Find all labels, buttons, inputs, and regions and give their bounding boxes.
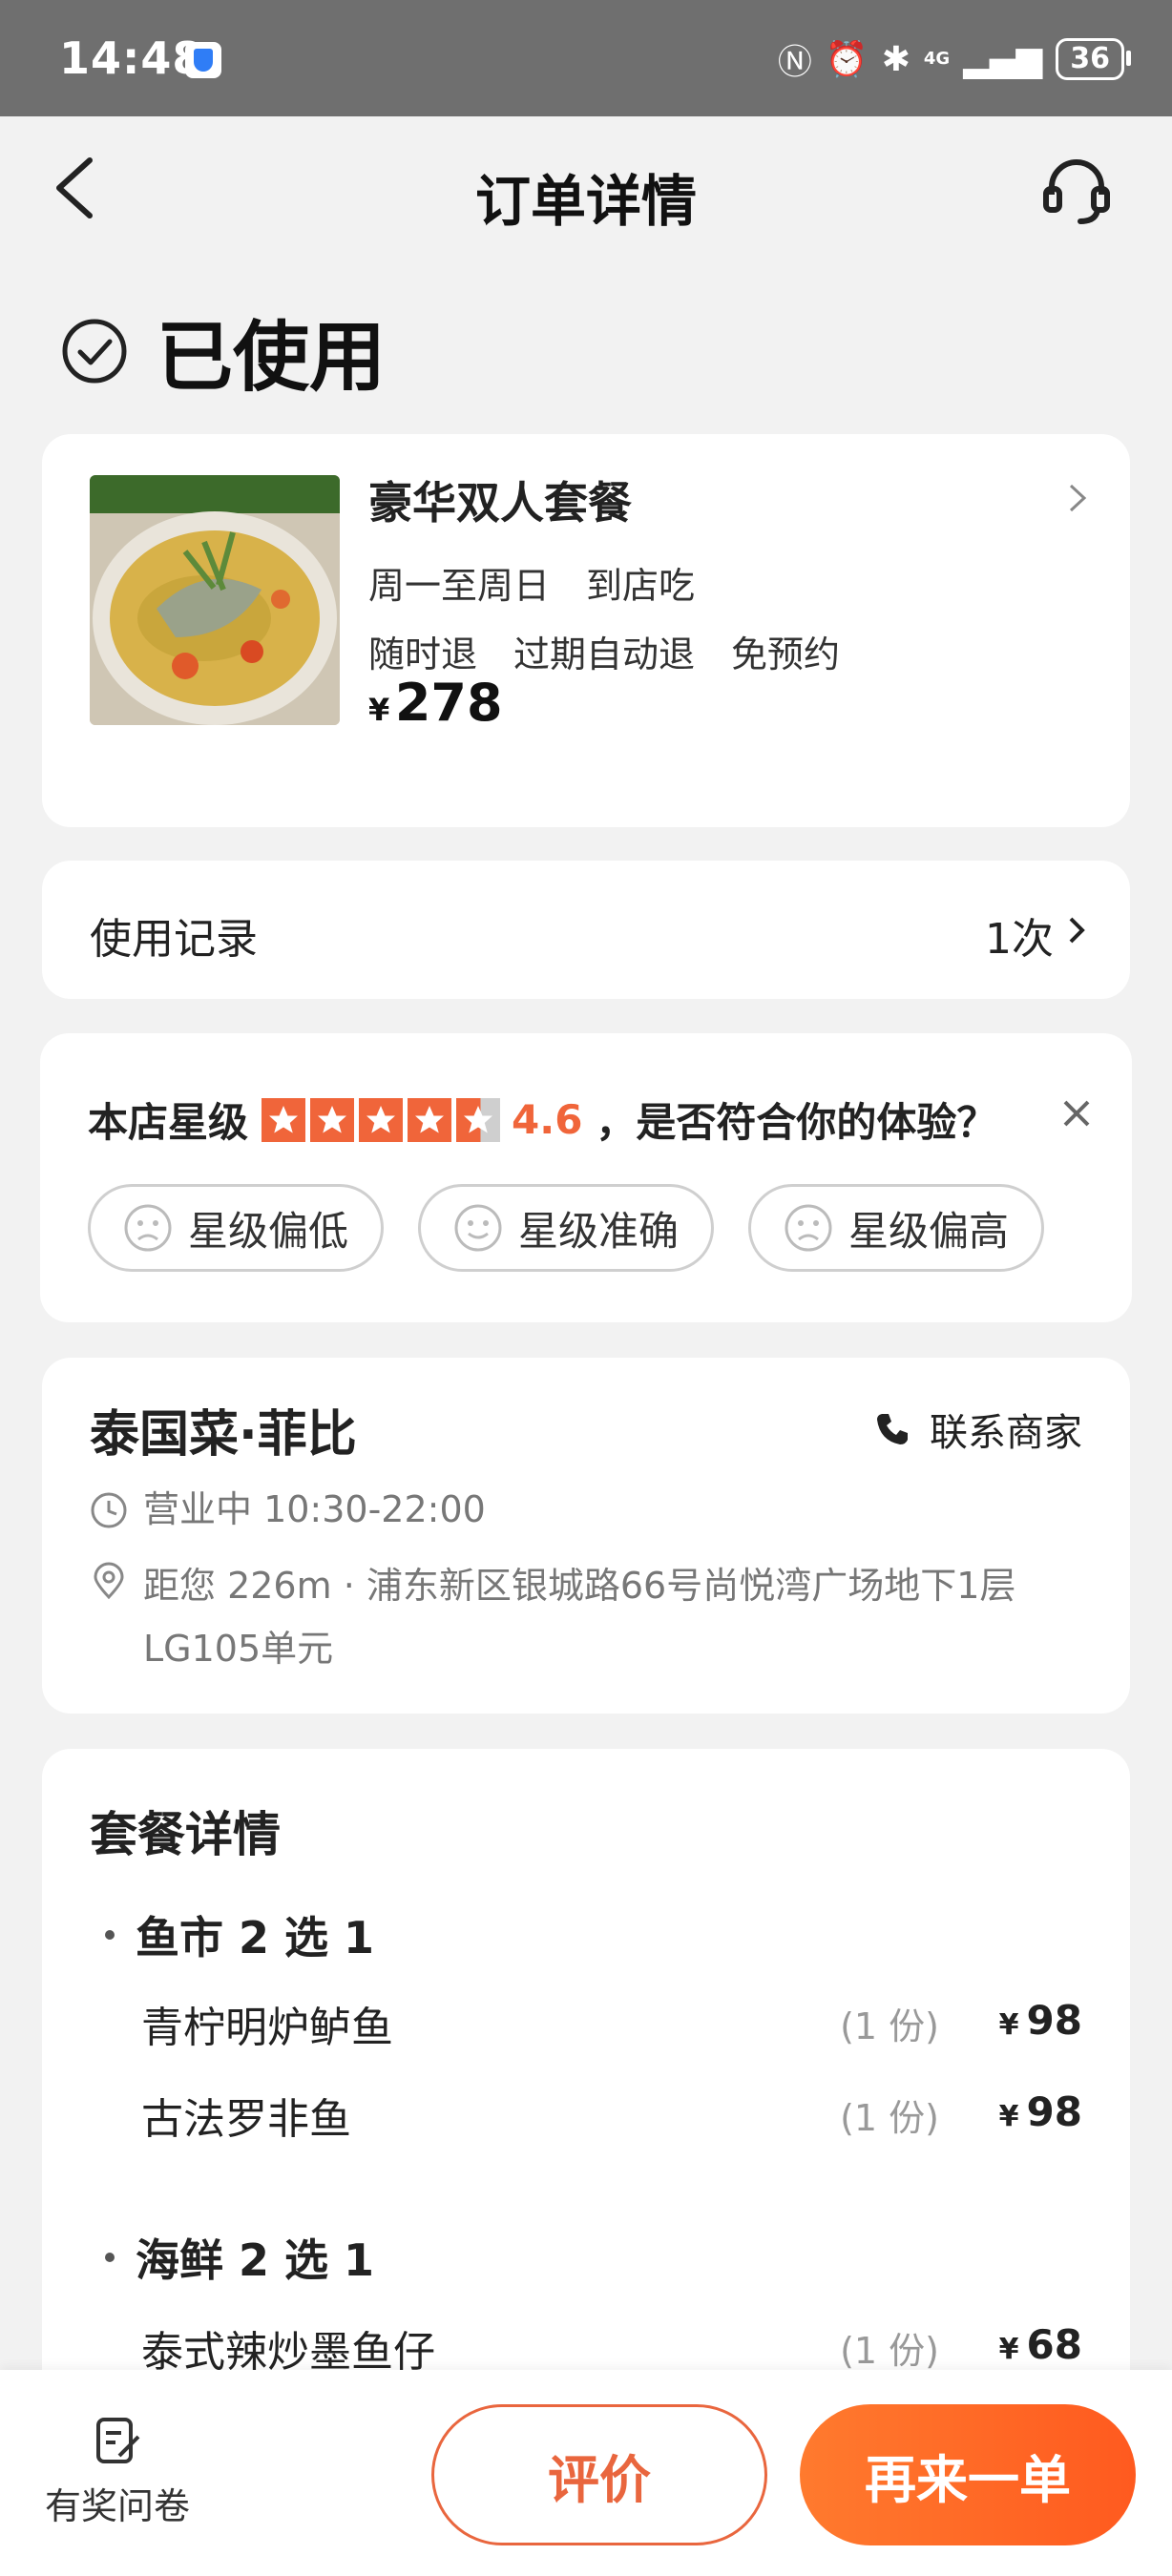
store-card: 泰国菜·菲比 联系商家 营业中 10:30-22:00 距您 226m · 浦东…: [42, 1358, 1130, 1714]
currency-symbol: ¥: [368, 692, 390, 728]
price-value: 278: [394, 673, 503, 733]
usage-record-row[interactable]: 使用记录 1次: [42, 861, 1130, 999]
package-group: 鱼市 2 选 1: [105, 1903, 374, 1966]
product-image: [90, 475, 340, 725]
star-icon: [310, 1097, 355, 1142]
star-icon: [408, 1097, 452, 1142]
rating-label: 本店星级: [88, 1099, 249, 1146]
page-title: 订单详情: [474, 169, 697, 234]
item-price: ¥98: [999, 1997, 1082, 2044]
clock-icon: [91, 1492, 127, 1527]
chevron-right-icon: [1069, 917, 1085, 944]
signal-icon: ▂▄▆: [963, 39, 1043, 79]
rating-row: 本店星级 4.6 ，是否符合你的体验？: [88, 1091, 996, 1149]
product-card[interactable]: 豪华双人套餐 周一至周日 到店吃 随时退 过期自动退 免预约 ¥ 278: [42, 434, 1130, 827]
item-name: 古法罗非鱼: [141, 2095, 351, 2144]
product-policy: 随时退 过期自动退 免预约: [368, 634, 841, 675]
store-hours-text: 营业中 10:30-22:00: [143, 1488, 486, 1530]
item-price: ¥68: [999, 2321, 1082, 2368]
item-name: 青柠明炉鲈鱼: [141, 2004, 393, 2052]
item-qty: (1 份): [840, 2005, 939, 2047]
rating-card: 本店星级 4.6 ，是否符合你的体验？ 星级偏低 星级准确 星级偏高: [40, 1033, 1132, 1322]
rating-high-label: 星级偏高: [848, 1207, 1009, 1255]
usage-label: 使用记录: [90, 915, 258, 964]
star-rating: [262, 1097, 501, 1142]
package-item: 青柠明炉鲈鱼 (1 份) ¥98: [141, 1993, 1082, 2052]
smile-face-icon: [454, 1204, 502, 1252]
location-pin-icon: [94, 1562, 124, 1600]
check-circle-icon: [62, 319, 127, 384]
close-icon[interactable]: [1057, 1094, 1096, 1132]
item-price-value: 68: [1026, 2321, 1082, 2368]
network-icon: 4G: [923, 49, 951, 69]
item-qty: (1 份): [840, 2330, 939, 2372]
package-group-name: 海鲜 2 选 1: [136, 2234, 375, 2286]
product-name: 豪华双人套餐: [368, 477, 632, 529]
chevron-right-icon: [1069, 484, 1087, 512]
package-item: 泰式辣炒墨鱼仔 (1 份) ¥68: [141, 2317, 1082, 2377]
bottom-action-bar: 有奖问卷 评价 再来一单: [0, 2370, 1172, 2576]
phone-icon: [877, 1414, 908, 1444]
rating-score: 4.6: [512, 1096, 583, 1143]
store-hours: 营业中 10:30-22:00: [90, 1480, 486, 1532]
reorder-button[interactable]: 再来一单: [800, 2404, 1136, 2545]
bullet-icon: [105, 1930, 115, 1940]
rating-high-button[interactable]: 星级偏高: [748, 1184, 1044, 1272]
item-price: ¥98: [999, 2088, 1082, 2135]
rating-low-label: 星级偏低: [187, 1207, 348, 1255]
rating-low-button[interactable]: 星级偏低: [88, 1184, 384, 1272]
battery-icon: 36: [1056, 38, 1131, 80]
rating-options: 星级偏低 星级准确 星级偏高: [88, 1184, 1044, 1272]
review-button[interactable]: 评价: [431, 2404, 767, 2545]
rating-question: ，是否符合你的体验？: [596, 1099, 997, 1146]
rating-accurate-label: 星级准确: [517, 1207, 679, 1255]
package-group-name: 鱼市 2 选 1: [136, 1912, 375, 1963]
package-title: 套餐详情: [90, 1807, 281, 1862]
status-time: 14:48: [59, 32, 204, 84]
rating-accurate-button[interactable]: 星级准确: [418, 1184, 714, 1272]
package-item: 古法罗非鱼 (1 份) ¥98: [141, 2085, 1082, 2144]
contact-merchant-button[interactable]: 联系商家: [874, 1402, 1082, 1457]
star-icon: [359, 1097, 404, 1142]
item-price-value: 98: [1026, 2088, 1082, 2135]
store-address-text: 距您 226m · 浦东新区银城路66号尚悦湾广场地下1层LG105单元: [143, 1565, 1016, 1670]
currency-symbol: ¥: [998, 2008, 1019, 2042]
nfc-icon: Ⓝ: [777, 43, 812, 82]
status-bar: 14:48 Ⓝ ⏰ ✱ 4G ▂▄▆ 36: [0, 0, 1172, 116]
currency-symbol: ¥: [998, 2100, 1019, 2133]
package-group: 海鲜 2 选 1: [105, 2226, 374, 2289]
order-status-label: 已使用: [157, 313, 386, 402]
survey-label: 有奖问卷: [44, 2485, 190, 2527]
contact-merchant-label: 联系商家: [930, 1411, 1082, 1455]
half-star-icon: [456, 1097, 501, 1142]
nav-bar: 订单详情: [0, 116, 1172, 260]
alarm-icon: ⏰: [825, 40, 869, 79]
package-details-card: 套餐详情 鱼市 2 选 1 青柠明炉鲈鱼 (1 份) ¥98 古法罗非鱼 (1 …: [42, 1749, 1130, 2417]
sad-face-icon: [785, 1204, 832, 1252]
shield-icon: [185, 42, 221, 78]
star-icon: [262, 1097, 306, 1142]
bluetooth-icon: ✱: [881, 39, 910, 79]
store-address[interactable]: 距您 226m · 浦东新区银城路66号尚悦湾广场地下1层LG105单元: [90, 1554, 1111, 1680]
item-price-value: 98: [1026, 1997, 1082, 2044]
survey-button[interactable]: 有奖问卷: [36, 2414, 199, 2529]
product-price: ¥ 278: [368, 673, 503, 733]
order-status: 已使用: [61, 296, 386, 406]
usage-count: 1次: [985, 915, 1054, 964]
currency-symbol: ¥: [998, 2333, 1019, 2366]
bullet-icon: [105, 2253, 115, 2262]
store-name: 泰国菜·菲比: [90, 1406, 357, 1464]
product-availability: 周一至周日 到店吃: [368, 565, 696, 607]
status-icons: Ⓝ ⏰ ✱ 4G ▂▄▆ 36: [777, 34, 1131, 84]
survey-edit-icon: [96, 2418, 140, 2463]
sad-face-icon: [124, 1204, 172, 1252]
customer-service-icon[interactable]: [1038, 153, 1115, 229]
item-qty: (1 份): [840, 2097, 939, 2139]
